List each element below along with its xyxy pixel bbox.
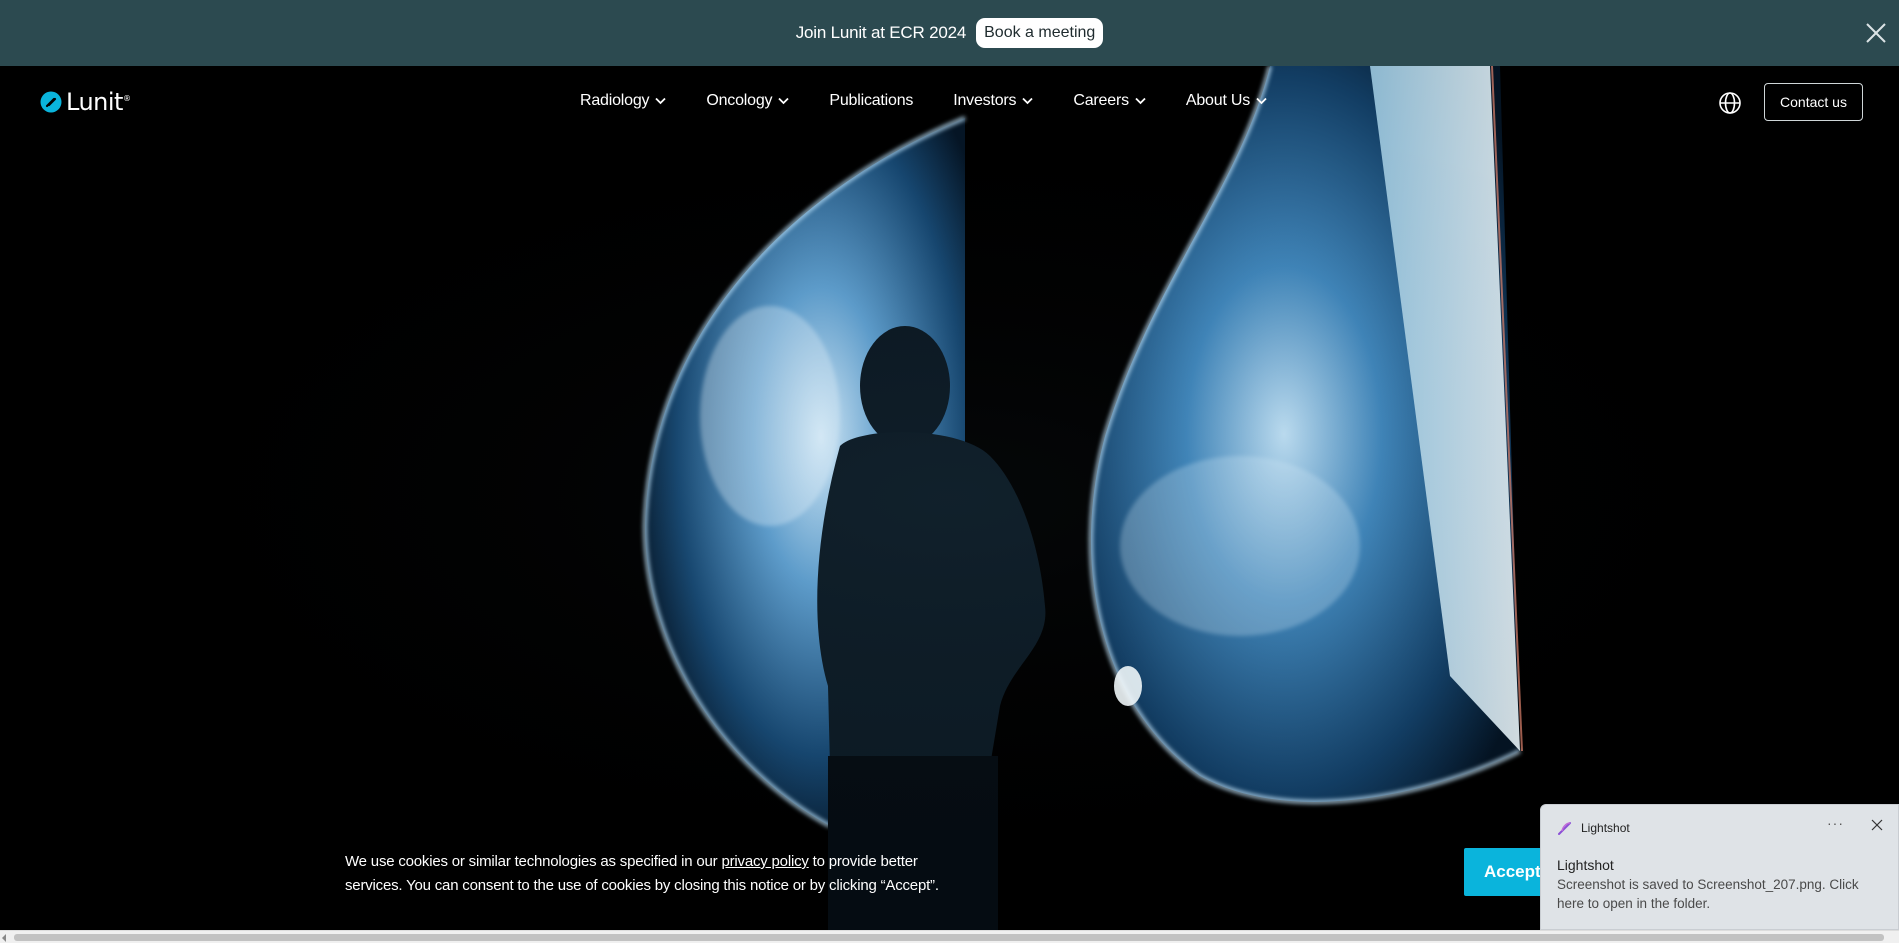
nav-item-label: Oncology bbox=[706, 92, 773, 109]
book-meeting-button[interactable]: Book a meeting bbox=[976, 18, 1104, 48]
nav-item-investors[interactable]: Investors bbox=[953, 92, 1033, 110]
toast-app-name: Lightshot bbox=[1581, 821, 1630, 835]
toast-header: Lightshot bbox=[1557, 820, 1630, 836]
main-nav: Lunit® Radiology Oncology Publications I… bbox=[0, 66, 1899, 140]
hero-image bbox=[0, 65, 1899, 930]
lightshot-feather-icon bbox=[1558, 822, 1571, 835]
more-options-icon[interactable]: ··· bbox=[1827, 815, 1844, 831]
cookie-text-before: We use cookies or similar technologies a… bbox=[345, 853, 722, 870]
nav-item-radiology[interactable]: Radiology bbox=[580, 92, 666, 110]
chevron-down-icon bbox=[655, 97, 666, 105]
chevron-down-icon bbox=[1022, 97, 1033, 105]
lightshot-notification[interactable]: Lightshot ··· Lightshot Screenshot is sa… bbox=[1540, 804, 1899, 930]
nav-item-about-us[interactable]: About Us bbox=[1186, 92, 1267, 110]
chevron-down-icon bbox=[778, 97, 789, 105]
toast-message[interactable]: Screenshot is saved to Screenshot_207.pn… bbox=[1557, 875, 1877, 913]
nav-item-label: Investors bbox=[953, 92, 1017, 109]
globe-icon[interactable] bbox=[1718, 91, 1742, 115]
nav-item-publications[interactable]: Publications bbox=[829, 92, 913, 110]
nav-item-label: About Us bbox=[1185, 92, 1251, 109]
nav-item-label: Radiology bbox=[580, 92, 650, 109]
announcement-banner: Join Lunit at ECR 2024 Book a meeting bbox=[0, 0, 1899, 66]
nav-item-label: Publications bbox=[829, 92, 914, 109]
nav-item-label: Careers bbox=[1073, 92, 1129, 109]
close-icon[interactable] bbox=[1863, 20, 1889, 46]
scroll-left-arrow-icon[interactable] bbox=[2, 934, 6, 942]
privacy-policy-link[interactable]: privacy policy bbox=[721, 853, 808, 870]
nav-menu: Radiology Oncology Publications Investor… bbox=[580, 92, 1307, 110]
close-icon[interactable] bbox=[1871, 819, 1883, 831]
contact-us-button[interactable]: Contact us bbox=[1764, 83, 1863, 121]
lunit-logo[interactable]: Lunit® bbox=[40, 88, 131, 116]
banner-text: Join Lunit at ECR 2024 bbox=[795, 23, 967, 42]
horizontal-scrollbar[interactable] bbox=[0, 930, 1899, 943]
cookie-notice: We use cookies or similar technologies a… bbox=[345, 850, 965, 898]
scrollbar-thumb[interactable] bbox=[14, 934, 1884, 941]
lunit-logo-mark-icon bbox=[40, 91, 62, 113]
toast-title: Lightshot bbox=[1557, 857, 1614, 873]
chevron-down-icon bbox=[1135, 97, 1146, 105]
logo-text: Lunit® bbox=[66, 88, 131, 116]
nav-item-oncology[interactable]: Oncology bbox=[706, 92, 789, 110]
chevron-down-icon bbox=[1256, 97, 1267, 105]
nav-item-careers[interactable]: Careers bbox=[1073, 92, 1146, 110]
